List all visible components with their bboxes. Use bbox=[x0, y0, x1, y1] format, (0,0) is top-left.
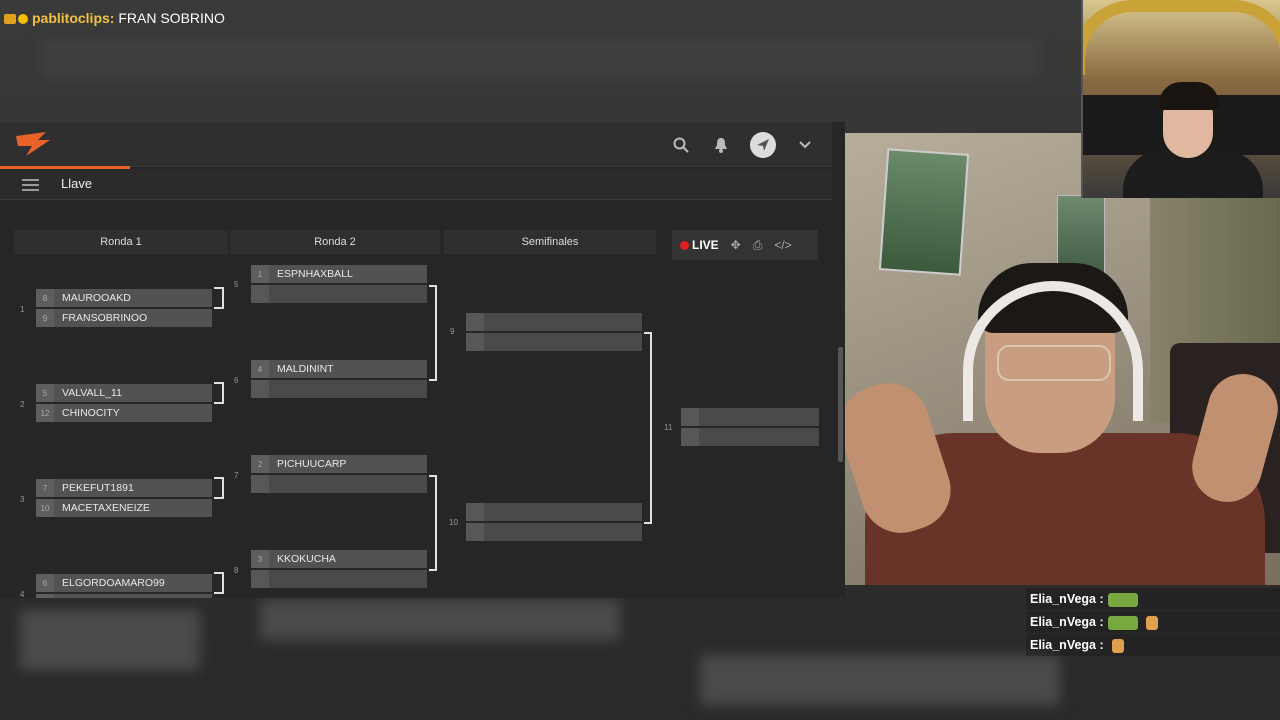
next-match-number: 11 bbox=[664, 423, 673, 432]
empty-slot[interactable] bbox=[466, 313, 642, 331]
match-number: 3 bbox=[20, 495, 25, 504]
next-match-number: 6 bbox=[234, 376, 239, 385]
live-button[interactable]: LIVE bbox=[680, 238, 719, 252]
empty-slot[interactable] bbox=[251, 570, 427, 588]
participant-slot[interactable]: 2 PICHUUCARP bbox=[251, 455, 427, 473]
round-header-2: Ronda 2 bbox=[230, 230, 440, 254]
bracket-connector bbox=[214, 287, 224, 309]
match-9[interactable] bbox=[466, 313, 642, 353]
emote-icon bbox=[1111, 638, 1124, 653]
scrollbar[interactable] bbox=[838, 347, 843, 462]
match-number: 1 bbox=[20, 305, 25, 314]
participant-slot[interactable]: 1 ESPNHAXBALL bbox=[251, 265, 427, 283]
participant-slot[interactable] bbox=[36, 594, 212, 598]
user-avatar[interactable] bbox=[750, 132, 776, 158]
participant-slot[interactable]: 6 ELGORDOAMARO99 bbox=[36, 574, 212, 592]
match-11[interactable] bbox=[681, 408, 819, 448]
empty-slot[interactable] bbox=[251, 380, 427, 398]
emote-icon bbox=[1145, 615, 1158, 630]
bracket-connector bbox=[644, 332, 652, 524]
bracket-toolbar: LIVE ✥ ⎙ </> bbox=[672, 230, 818, 260]
secondary-webcam bbox=[1081, 0, 1280, 198]
match-1[interactable]: 8 MAUROOAKD 9 FRANSOBRINOO bbox=[36, 289, 212, 329]
match-number: 4 bbox=[20, 590, 25, 598]
bell-icon[interactable] bbox=[710, 134, 732, 156]
participant-slot[interactable]: 7 PEKEFUT1891 bbox=[36, 479, 212, 497]
print-icon[interactable]: ⎙ bbox=[753, 238, 763, 253]
bracket-connector bbox=[214, 382, 224, 404]
participant-slot[interactable]: 9 FRANSOBRINOO bbox=[36, 309, 212, 327]
empty-slot[interactable] bbox=[466, 523, 642, 541]
chat-username: pablitoclips: bbox=[32, 10, 115, 26]
empty-slot[interactable] bbox=[681, 408, 819, 426]
round-header-1: Ronda 1 bbox=[14, 230, 228, 254]
bracket-connector bbox=[429, 475, 437, 571]
bracket-connector bbox=[429, 285, 437, 381]
empty-slot[interactable] bbox=[681, 428, 819, 446]
participant-slot[interactable]: 5 VALVALL_11 bbox=[36, 384, 212, 402]
match-6[interactable]: 4 MALDININT bbox=[251, 360, 427, 400]
match-5[interactable]: 1 ESPNHAXBALL bbox=[251, 265, 427, 305]
chat-message: FRAN SOBRINO bbox=[118, 10, 225, 26]
sub-badge-icon bbox=[18, 14, 28, 25]
sub-header: Llave bbox=[0, 169, 832, 200]
bracket-app: Llave Ronda 1 Ronda 2 Semifinales LIVE ✥… bbox=[0, 122, 845, 598]
empty-slot[interactable] bbox=[466, 503, 642, 521]
match-number: 2 bbox=[20, 400, 25, 409]
participant-slot[interactable]: 10 MACETAXENEIZE bbox=[36, 499, 212, 517]
empty-slot[interactable] bbox=[251, 285, 427, 303]
match-3[interactable]: 7 PEKEFUT1891 10 MACETAXENEIZE bbox=[36, 479, 212, 519]
live-dot-icon bbox=[680, 240, 689, 250]
participant-slot[interactable]: 4 MALDININT bbox=[251, 360, 427, 378]
stream-chat-line: pablitoclips: FRAN SOBRINO bbox=[4, 10, 225, 26]
next-match-number: 5 bbox=[234, 280, 239, 289]
bracket-connector bbox=[214, 477, 224, 499]
embed-code-icon[interactable]: </> bbox=[774, 238, 791, 252]
chevron-down-icon[interactable] bbox=[794, 134, 816, 156]
side-chat: Elia_nVega : Elia_nVega : Elia_nVega : bbox=[1026, 588, 1280, 657]
logo-icon[interactable] bbox=[12, 130, 54, 158]
next-match-number: 9 bbox=[450, 327, 455, 336]
empty-slot[interactable] bbox=[251, 475, 427, 493]
webcam-feed bbox=[845, 133, 1280, 585]
chat-row: Elia_nVega : bbox=[1026, 611, 1280, 633]
chat-row: Elia_nVega : bbox=[1026, 588, 1280, 610]
next-match-number: 7 bbox=[234, 471, 239, 480]
match-4[interactable]: 6 ELGORDOAMARO99 bbox=[36, 574, 212, 598]
match-10[interactable] bbox=[466, 503, 642, 543]
next-match-number: 10 bbox=[449, 518, 458, 527]
empty-slot[interactable] bbox=[466, 333, 642, 351]
participant-slot[interactable]: 12 CHINOCITY bbox=[36, 404, 212, 422]
menu-icon[interactable] bbox=[22, 176, 39, 194]
emote-icon bbox=[1107, 592, 1138, 607]
search-icon[interactable] bbox=[670, 134, 692, 156]
participant-slot[interactable]: 8 MAUROOAKD bbox=[36, 289, 212, 307]
emote-icon bbox=[1107, 615, 1138, 630]
round-header-semis: Semifinales bbox=[444, 230, 656, 254]
match-7[interactable]: 2 PICHUUCARP bbox=[251, 455, 427, 495]
page-title: Llave bbox=[61, 176, 93, 191]
chat-row: Elia_nVega : bbox=[1026, 634, 1280, 656]
bracket-connector bbox=[214, 572, 224, 594]
top-navbar bbox=[0, 122, 832, 167]
match-8[interactable]: 3 KKOKUCHA bbox=[251, 550, 427, 590]
next-match-number: 8 bbox=[234, 566, 239, 575]
match-2[interactable]: 5 VALVALL_11 12 CHINOCITY bbox=[36, 384, 212, 424]
participant-slot[interactable]: 3 KKOKUCHA bbox=[251, 550, 427, 568]
move-icon[interactable]: ✥ bbox=[731, 238, 741, 252]
crown-badge-icon bbox=[4, 14, 16, 25]
